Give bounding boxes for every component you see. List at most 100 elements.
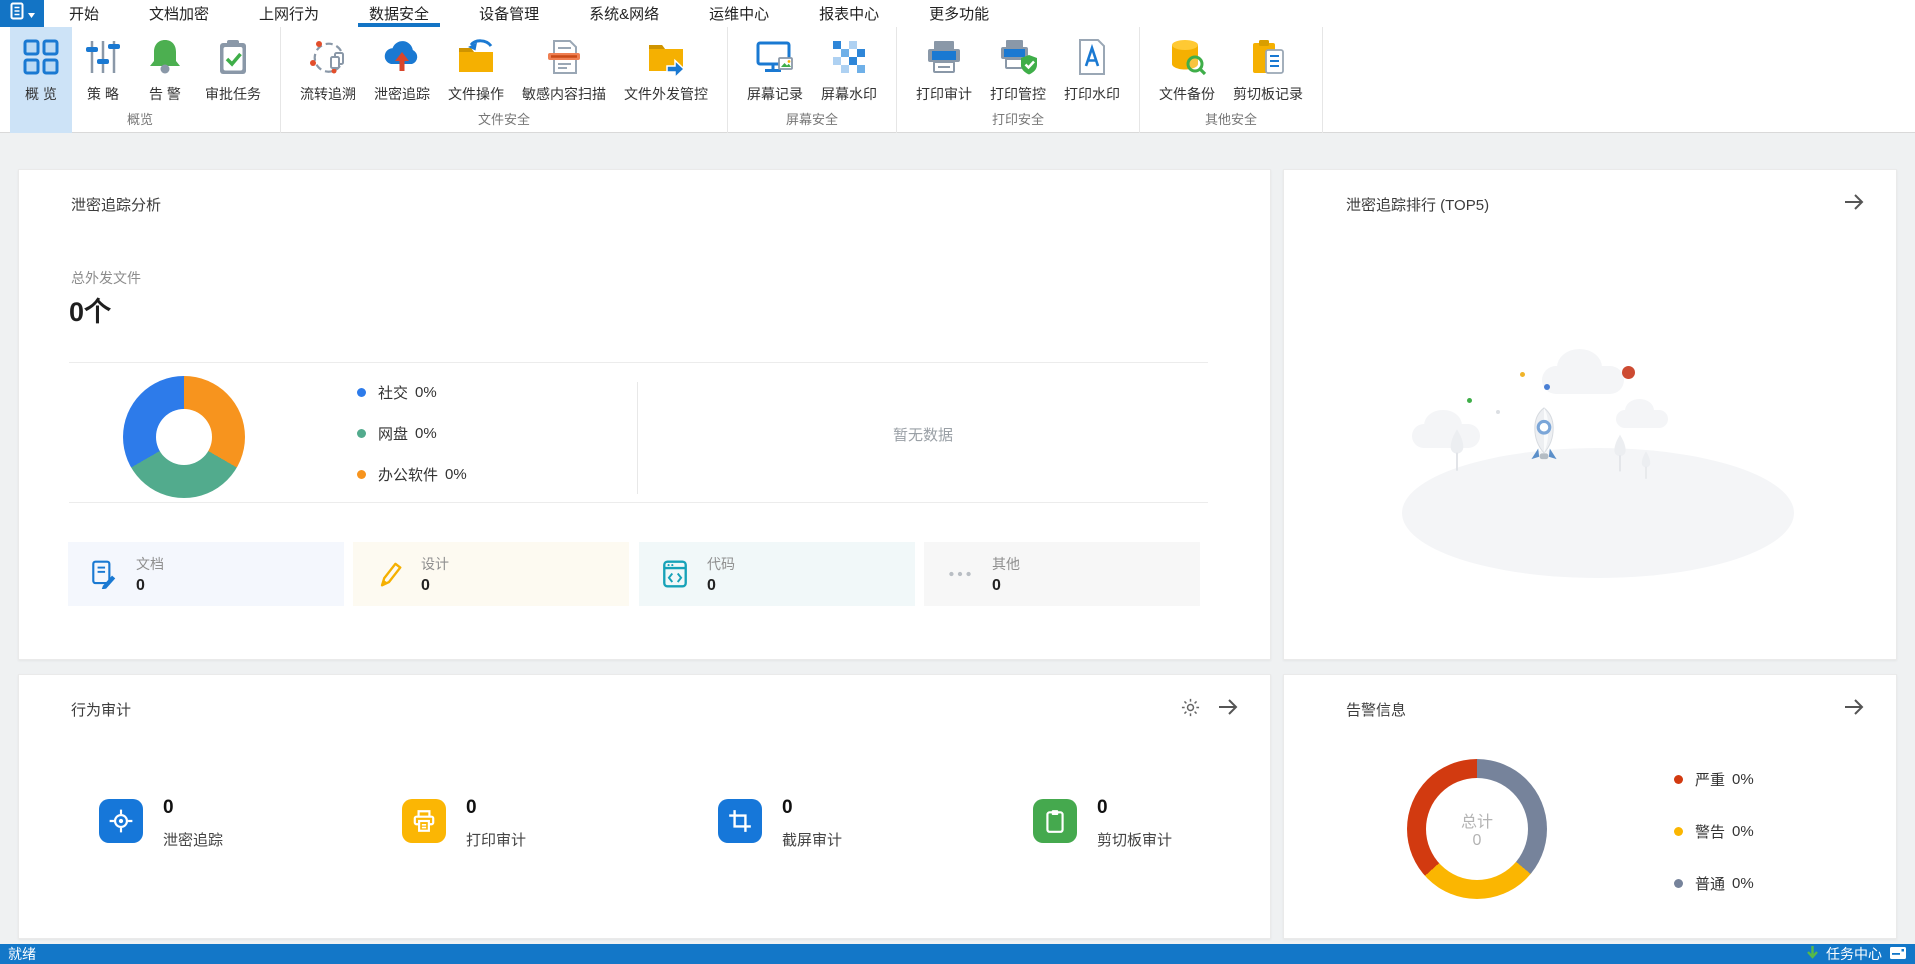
stat-label: 截屏审计 (782, 832, 843, 849)
ribbon-button-file-backup[interactable]: 文件备份 (1150, 27, 1224, 133)
tree-icon (1640, 450, 1652, 485)
card-title: 告警信息 (1346, 702, 1407, 719)
legend-value: 0% (1732, 874, 1754, 892)
chevron-down-icon (27, 5, 35, 23)
tile-code: 代码 0 (639, 542, 915, 606)
screen-record-icon (753, 35, 797, 79)
ribbon-button-label: 告 警 (149, 86, 181, 102)
ribbon-button-label: 屏幕记录 (747, 86, 803, 102)
legend-value: 0% (1732, 822, 1754, 840)
bell-icon (143, 35, 187, 79)
tab-device-manage[interactable]: 设备管理 (454, 0, 564, 27)
ribbon-button-screen-watermark[interactable]: 屏幕水印 (812, 27, 886, 133)
alert-donut-chart: 总计 0 (1407, 759, 1547, 899)
cloud-icon (1542, 349, 1624, 394)
legend-label: 社交 (378, 384, 409, 402)
stat-value: 0 (466, 797, 477, 818)
ribbon-button-sensitive-scan[interactable]: 敏感内容扫描 (513, 27, 615, 133)
trace-cycle-icon (306, 35, 350, 79)
download-arrow-icon (1806, 945, 1819, 963)
ellipsis-icon (944, 558, 976, 590)
ribbon-group-other-security: 文件备份 剪切板记录 其他安全 (1140, 27, 1323, 133)
app-window: 开始 文档加密 上网行为 数据安全 设备管理 系统&网络 运维中心 报表中心 更… (0, 0, 1915, 964)
tab-report-center[interactable]: 报表中心 (794, 0, 904, 27)
arrow-right-icon[interactable] (1842, 695, 1866, 719)
ribbon-button-label: 审批任务 (205, 86, 261, 102)
stat-label: 打印审计 (466, 832, 527, 849)
tab-web-behavior[interactable]: 上网行为 (234, 0, 344, 27)
tab-more-features[interactable]: 更多功能 (904, 0, 1014, 27)
legend-value: 0% (445, 465, 467, 483)
ribbon-button-approval-tasks[interactable]: 审批任务 (196, 27, 270, 133)
legend-dot (1674, 878, 1683, 888)
legend-label: 普通 (1695, 875, 1726, 893)
ribbon-button-alert[interactable]: 告 警 (134, 27, 196, 133)
ribbon-button-overview[interactable]: 概 览 (10, 27, 72, 133)
app-menu-button[interactable] (0, 0, 44, 27)
tab-system-network[interactable]: 系统&网络 (564, 0, 684, 27)
file-backup-icon (1165, 35, 1209, 79)
tab-doc-encrypt[interactable]: 文档加密 (124, 0, 234, 27)
tile-label: 其他 (992, 555, 1020, 572)
cloud-upload-icon (380, 35, 424, 79)
ribbon-button-flow-trace[interactable]: 流转追溯 (291, 27, 365, 133)
donut-legend: 社交 0% 网盘 0% 办公软件 0% (357, 380, 467, 503)
ribbon-button-label: 概 览 (25, 86, 57, 102)
grid-icon (19, 35, 63, 79)
printer-icon (922, 35, 966, 79)
tab-start[interactable]: 开始 (44, 0, 124, 27)
spark-dot (1496, 410, 1500, 414)
divider (69, 362, 1208, 363)
statusbar: 就绪 任务中心 (0, 944, 1915, 964)
stat-label: 剪切板审计 (1097, 832, 1173, 849)
sliders-icon (81, 35, 125, 79)
tile-value: 0 (992, 576, 1001, 594)
tree-icon (1612, 432, 1628, 479)
ribbon-button-print-watermark[interactable]: 打印水印 (1055, 27, 1129, 133)
ribbon-button-label: 打印管控 (990, 86, 1046, 102)
ribbon-button-policy[interactable]: 策 略 (72, 27, 134, 133)
ribbon-button-clipboard-record[interactable]: 剪切板记录 (1224, 27, 1312, 133)
task-center-button[interactable]: 任务中心 (1806, 944, 1907, 964)
spark-dot (1467, 398, 1472, 403)
tab-ops-center[interactable]: 运维中心 (684, 0, 794, 27)
ribbon-button-label: 文件操作 (448, 86, 504, 102)
ribbon-button-print-audit[interactable]: 打印审计 (907, 27, 981, 133)
spark-dot (1520, 372, 1525, 377)
code-icon (659, 558, 691, 590)
ribbon-button-outgoing-control[interactable]: 文件外发管控 (615, 27, 717, 133)
legend-value: 0% (1732, 770, 1754, 788)
cloud-icon (1616, 399, 1668, 428)
gear-icon[interactable] (1178, 695, 1202, 719)
ribbon-button-print-control[interactable]: 打印管控 (981, 27, 1055, 133)
ribbon-button-file-ops[interactable]: 文件操作 (439, 27, 513, 133)
divider (69, 502, 1208, 503)
menubar: 开始 文档加密 上网行为 数据安全 设备管理 系统&网络 运维中心 报表中心 更… (0, 0, 1915, 27)
ribbon-group-print-security: 打印审计 打印管控 打印水印 打印安全 (897, 27, 1140, 133)
ribbon-button-label: 流转追溯 (300, 86, 356, 102)
ribbon-button-label: 策 略 (87, 86, 119, 102)
tray-panel-icon[interactable] (1889, 946, 1907, 963)
arrow-right-icon[interactable] (1216, 695, 1240, 719)
leak-trace-analysis-card: 泄密追踪分析 总外发文件 0个 社交 0% 网盘 0% 办公软件 0% 暂无数据 (18, 169, 1271, 660)
tile-label: 代码 (707, 555, 735, 572)
sun-dot (1622, 366, 1635, 379)
legend-item-social: 社交 0% (357, 380, 467, 404)
ribbon-button-screen-record[interactable]: 屏幕记录 (738, 27, 812, 133)
tile-value: 0 (421, 576, 430, 594)
clipboard-record-icon (1246, 35, 1290, 79)
donut-center-label: 总计 (1460, 814, 1493, 831)
tab-data-security[interactable]: 数据安全 (344, 0, 454, 27)
alert-legend: 严重 0% 警告 0% 普通 0% (1674, 767, 1754, 923)
total-outgoing-label: 总外发文件 (71, 270, 141, 286)
ribbon-button-label: 剪切板记录 (1233, 86, 1303, 102)
spark-dot (1544, 384, 1550, 390)
tile-value: 0 (136, 576, 145, 594)
tile-design: 设计 0 (353, 542, 629, 606)
ribbon-button-label: 打印审计 (916, 86, 972, 102)
ribbon-button-leak-trace[interactable]: 泄密追踪 (365, 27, 439, 133)
ribbon-button-label: 屏幕水印 (821, 86, 877, 102)
ribbon-button-label: 文件外发管控 (624, 86, 708, 102)
tile-document: 文档 0 (68, 542, 344, 606)
donut-center-value: 0 (1472, 832, 1482, 849)
